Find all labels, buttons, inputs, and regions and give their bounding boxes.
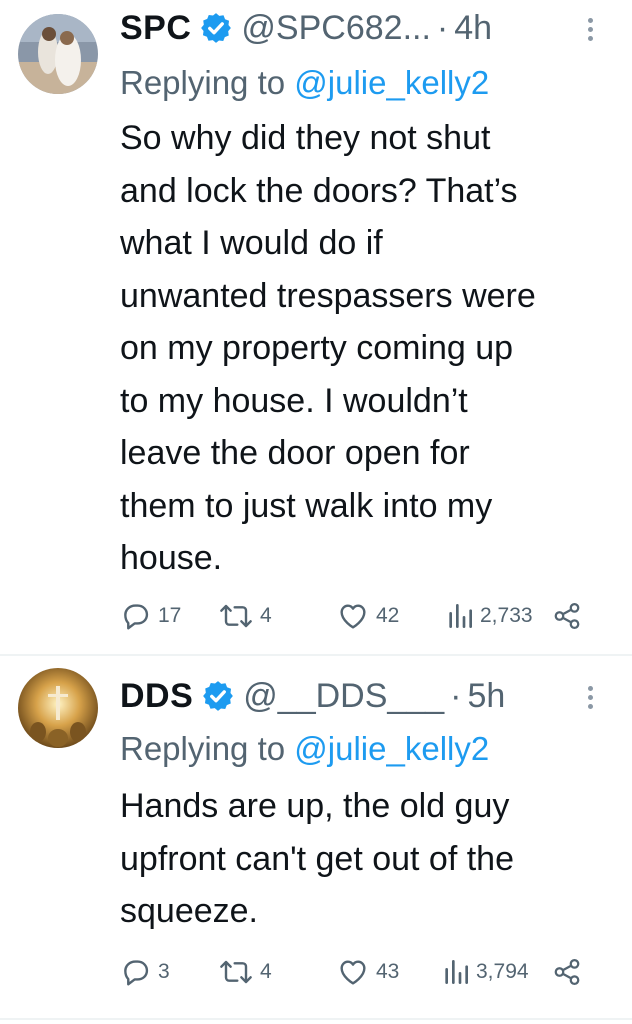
more-vertical-icon[interactable] [580,682,600,718]
share-button[interactable] [552,954,582,990]
heart-icon [336,956,370,988]
like-count: 43 [376,960,400,983]
text-line: squeeze. [120,892,258,930]
tweet[interactable]: DDS @__DDS___ · 5h Replying to @julie_ke… [0,0,632,1024]
reply-count: 3 [158,960,170,983]
like-button[interactable]: 43 [336,954,399,990]
verified-badge-icon [201,679,235,713]
replying-to-label: Replying to [120,730,286,767]
views-button[interactable]: 3,794 [442,954,529,990]
mention-link[interactable]: @julie_kelly2 [294,730,489,767]
retweet-count: 4 [260,960,272,983]
timestamp[interactable]: 5h [467,677,505,716]
action-bar: 3 4 43 3,794 [120,954,600,990]
text-line: Hands are up, the old guy [120,787,510,825]
text-line: upfront can't get out of the [120,839,514,878]
retweet-button[interactable]: 4 [218,954,272,990]
separator: · [450,676,462,715]
tweet-divider [0,1018,632,1020]
tweet-header: DDS @__DDS___ · 5h [120,676,505,716]
avatar[interactable] [18,668,98,748]
replying-to: Replying to @julie_kelly2 [120,730,489,768]
tweet-text: Hands are up, the old guy upfront can't … [120,780,620,938]
user-handle[interactable]: @__DDS___ [243,677,444,716]
retweet-icon [218,956,254,988]
views-count: 3,794 [476,960,529,983]
display-name[interactable]: DDS [120,677,193,716]
reply-button[interactable]: 3 [120,954,170,990]
reply-icon [120,956,152,988]
views-bar-chart-icon [442,956,470,988]
share-icon [552,956,582,988]
